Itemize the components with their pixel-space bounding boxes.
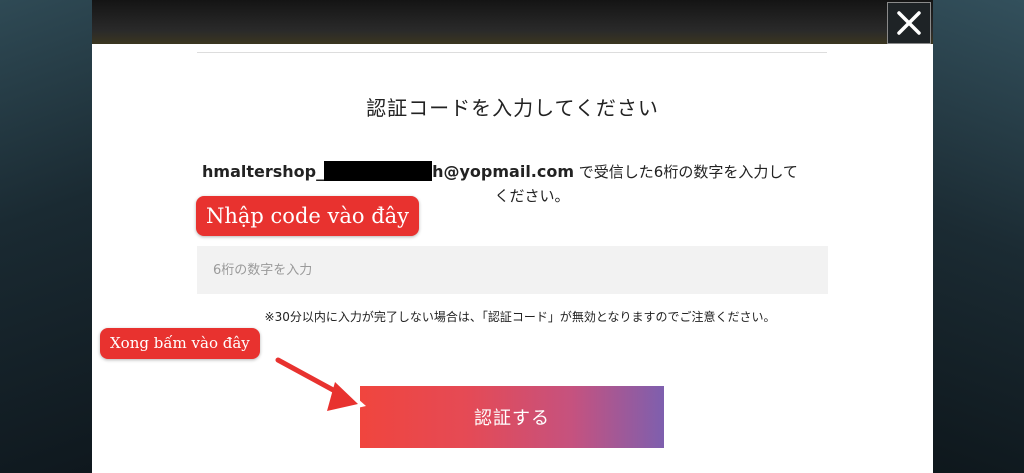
expiry-note: ※30分以内に入力が完了しない場合は、「認証コード」が無効となりますのでご注意く…	[264, 310, 776, 324]
annotation-enter-code: Nhập code vào đây	[196, 196, 420, 236]
email-address: hmaltershop_ h@yopmail.com	[202, 161, 575, 181]
verify-button[interactable]: 認証する	[360, 386, 664, 448]
top-banner	[92, 0, 933, 46]
verification-dialog: 認証コードを入力してください hmaltershop_ h@yopmail.com…	[92, 44, 933, 473]
arrow-right-icon	[273, 355, 366, 416]
redaction-box	[324, 161, 433, 181]
instruction-text-1: で受信した6桁の数字を入力して	[574, 163, 798, 181]
background-right	[932, 0, 1024, 473]
dialog-title: 認証コードを入力してください	[366, 96, 659, 120]
email-start: hmaltershop_	[202, 162, 325, 181]
annotation-then-click: Xong bấm vào đây	[100, 328, 260, 359]
close-button[interactable]	[887, 2, 931, 44]
background-left	[0, 0, 92, 473]
email-end: h@yopmail.com	[432, 162, 575, 181]
close-icon	[897, 11, 921, 35]
code-input[interactable]	[197, 246, 828, 294]
divider	[197, 52, 827, 53]
